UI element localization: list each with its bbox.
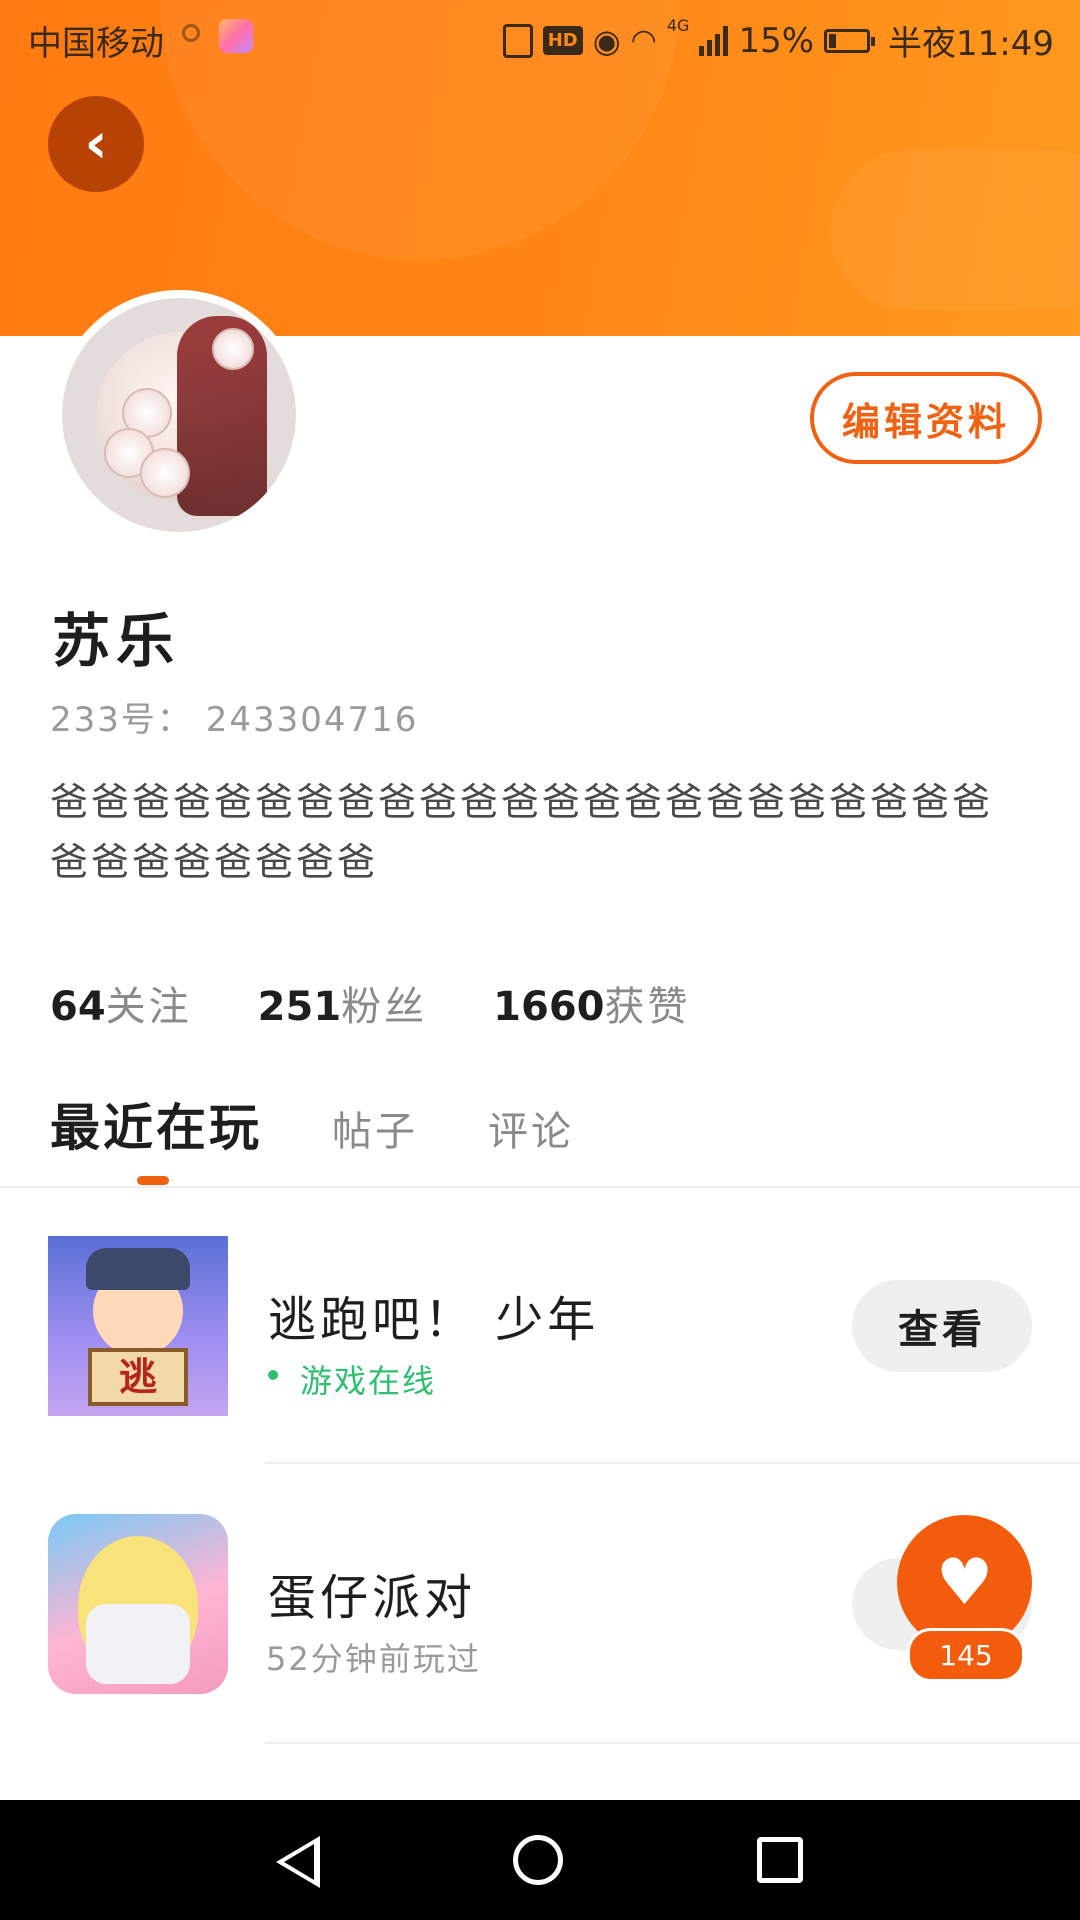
- game-title: 蛋仔派对: [268, 1570, 477, 1626]
- stat-likes[interactable]: 1660获赞: [493, 974, 690, 1032]
- game-title: 逃跑吧！ 少年: [268, 1292, 600, 1348]
- tab-recently-played[interactable]: 最近在玩: [50, 1088, 262, 1160]
- profile-stats: 64关注 251粉丝 1660获赞: [50, 974, 691, 1032]
- battery-icon: [824, 28, 876, 53]
- like-count: 145: [907, 1628, 1025, 1682]
- tab-comments[interactable]: 评论: [488, 1099, 574, 1157]
- list-divider: [265, 1742, 1080, 1744]
- signal-icon: [699, 25, 729, 56]
- nav-home-icon[interactable]: [513, 1835, 563, 1885]
- tabs-divider: [0, 1186, 1080, 1188]
- profile-tabs: 最近在玩 帖子 评论: [50, 1088, 644, 1160]
- heart-icon: ♥: [935, 1545, 994, 1620]
- back-button[interactable]: ‹: [48, 96, 144, 192]
- tab-posts[interactable]: 帖子: [332, 1099, 418, 1157]
- avatar[interactable]: [54, 290, 304, 540]
- user-bio: 爸爸爸爸爸爸爸爸爸爸爸爸爸爸爸爸爸爸爸爸爸爸爸爸爸爸爸爸爸爸爸: [50, 780, 994, 884]
- game-thumbnail: 逃: [48, 1236, 228, 1416]
- username: 苏乐: [52, 607, 181, 675]
- clock: 半夜11:49: [888, 24, 1054, 64]
- hd-badge: HD: [542, 26, 583, 55]
- vibrate-icon: [502, 23, 533, 58]
- system-nav-bar: [0, 1800, 1080, 1920]
- game-status: 游戏在线: [266, 1356, 436, 1402]
- network-type: 4G: [666, 16, 690, 35]
- tab-active-indicator: [137, 1176, 169, 1185]
- status-bar: 中国移动 HD ◉ ◠ 4G 15% 半夜11:49: [0, 0, 1080, 76]
- game-item[interactable]: 逃 逃跑吧！ 少年 游戏在线 查看: [0, 1236, 1080, 1416]
- stat-following[interactable]: 64关注: [50, 974, 192, 1032]
- edit-profile-button[interactable]: 编辑资料: [810, 372, 1042, 464]
- user-id: 233号： 243304716: [50, 700, 419, 740]
- carrier-icon: [182, 24, 200, 42]
- thumb-sign-text: 逃: [88, 1348, 188, 1406]
- carrier-name: 中国移动: [28, 24, 164, 64]
- nav-recent-icon[interactable]: [757, 1837, 803, 1883]
- eye-comfort-icon: ◉: [592, 21, 621, 60]
- game-thumbnail: [48, 1514, 228, 1694]
- app-notification-icon: [219, 19, 253, 53]
- nav-back-icon[interactable]: [276, 1836, 320, 1888]
- game-last-played: 52分钟前玩过: [266, 1640, 481, 1678]
- battery-percent: 15%: [738, 20, 815, 61]
- list-divider: [265, 1462, 1080, 1464]
- wifi-icon: ◠: [630, 23, 657, 58]
- chevron-left-icon: ‹: [84, 111, 108, 176]
- stat-followers[interactable]: 251粉丝: [258, 974, 428, 1032]
- view-button[interactable]: 查看: [852, 1280, 1032, 1372]
